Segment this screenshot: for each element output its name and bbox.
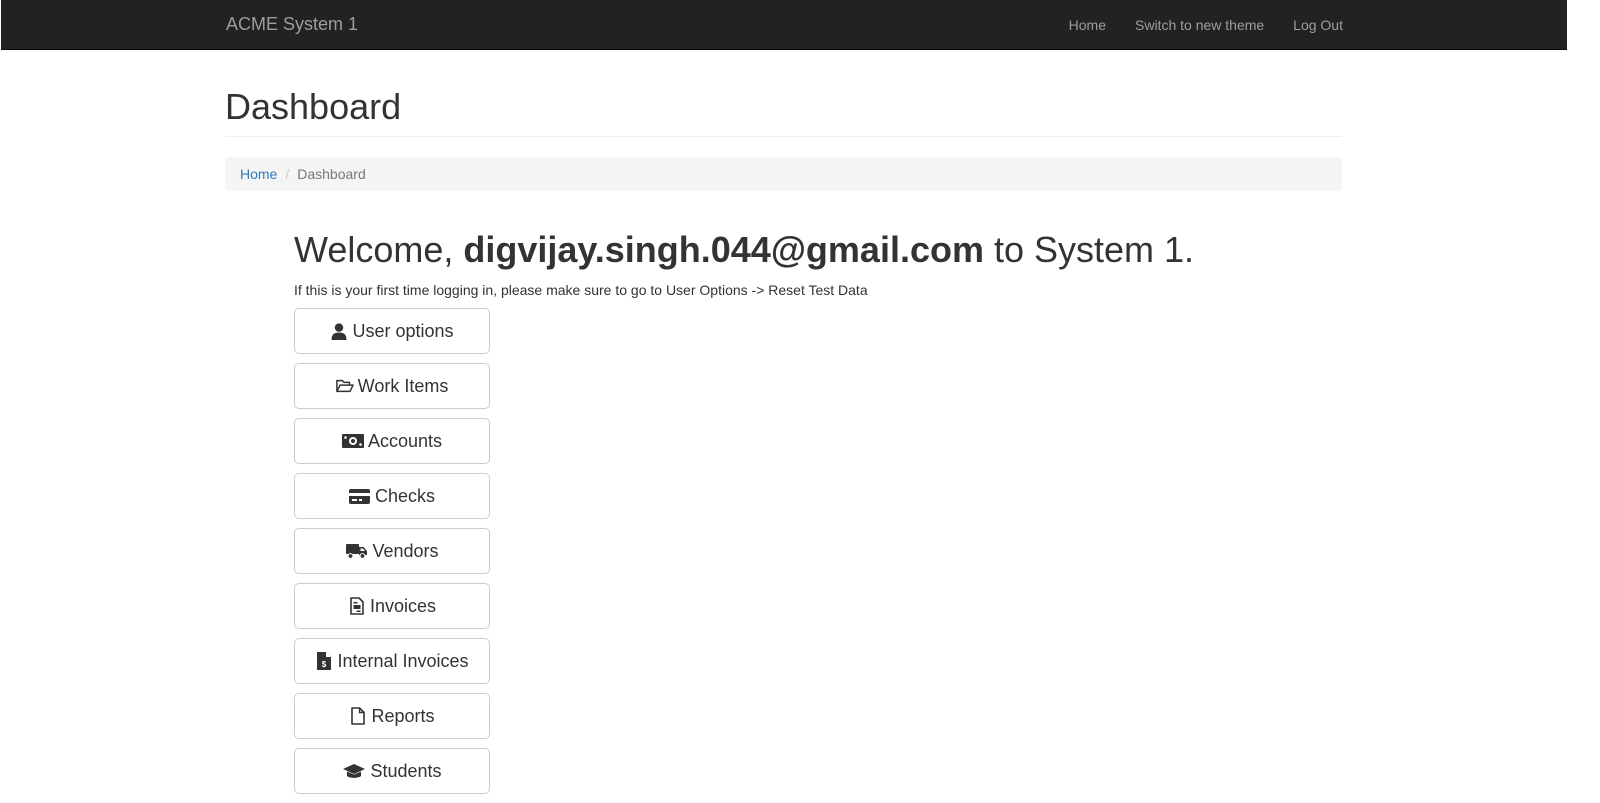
top-navbar: ACME System 1 Home Switch to new theme L… — [1, 0, 1567, 50]
vendors-label: Vendors — [372, 540, 439, 561]
brand-link[interactable]: ACME System 1 — [226, 14, 358, 34]
welcome-heading: Welcome, digvijay.singh.044@gmail.com to… — [294, 228, 1194, 272]
breadcrumb-home-link[interactable]: Home — [240, 166, 277, 182]
nav-logout-link[interactable]: Log Out — [1293, 16, 1343, 34]
nav-home-link[interactable]: Home — [1069, 16, 1106, 34]
internal-invoices-label: Internal Invoices — [337, 650, 469, 671]
dollar-file-icon: $ — [315, 652, 333, 670]
welcome-prefix: Welcome, — [294, 229, 464, 270]
work-items-label: Work Items — [357, 375, 449, 396]
user-options-button[interactable]: User options — [294, 308, 490, 354]
scrollbar — [1567, 0, 1600, 782]
vendors-button[interactable]: Vendors — [294, 528, 490, 574]
checks-button[interactable]: Checks — [294, 473, 490, 519]
accounts-button[interactable]: Accounts — [294, 418, 490, 464]
reports-button[interactable]: Reports — [294, 693, 490, 739]
invoice-icon — [348, 597, 366, 615]
nav-links: Home Switch to new theme Log Out — [1040, 16, 1343, 34]
file-icon — [349, 707, 367, 725]
breadcrumb-separator: / — [285, 166, 290, 182]
accounts-label: Accounts — [367, 430, 443, 451]
reports-label: Reports — [371, 705, 435, 726]
invoices-label: Invoices — [369, 595, 437, 616]
title-divider — [225, 136, 1342, 137]
credit-card-icon — [349, 487, 371, 505]
dashboard-menu: User options Work Items Accounts Checks … — [294, 308, 490, 803]
money-icon — [341, 432, 364, 450]
first-login-hint: If this is your first time logging in, p… — [294, 282, 868, 298]
welcome-email: digvijay.singh.044@gmail.com — [463, 229, 984, 270]
graduation-cap-icon — [342, 762, 366, 780]
students-label: Students — [370, 760, 442, 781]
svg-text:$: $ — [322, 660, 327, 669]
nav-switch-theme-link[interactable]: Switch to new theme — [1135, 16, 1264, 34]
work-items-button[interactable]: Work Items — [294, 363, 490, 409]
welcome-suffix: to System 1. — [983, 229, 1195, 270]
page-title: Dashboard — [225, 86, 402, 127]
breadcrumb: Home / Dashboard — [225, 157, 1342, 191]
truck-icon — [345, 542, 368, 560]
user-icon — [330, 322, 348, 340]
folder-open-icon — [335, 377, 354, 395]
internal-invoices-button[interactable]: $ Internal Invoices — [294, 638, 490, 684]
user-options-label: User options — [352, 320, 454, 341]
invoices-button[interactable]: Invoices — [294, 583, 490, 629]
checks-label: Checks — [374, 485, 436, 506]
students-button[interactable]: Students — [294, 748, 490, 794]
breadcrumb-current: Dashboard — [297, 166, 366, 182]
